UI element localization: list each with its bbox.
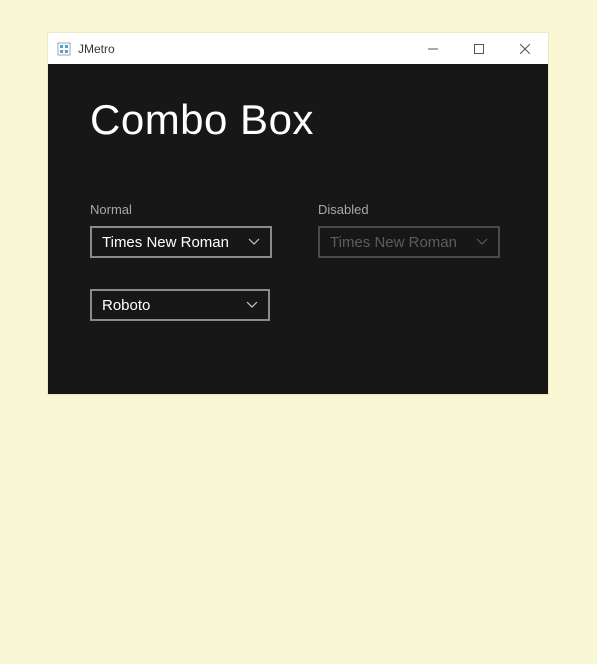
combo-value: Times New Roman xyxy=(102,234,229,251)
content-area: Combo Box Normal Times New Roman Roboto xyxy=(48,64,548,394)
close-button[interactable] xyxy=(502,33,548,64)
normal-combo-1[interactable]: Times New Roman xyxy=(90,226,272,258)
app-icon xyxy=(56,41,72,57)
normal-column: Normal Times New Roman Roboto xyxy=(90,202,272,321)
normal-combo-2[interactable]: Roboto xyxy=(90,289,270,321)
columns: Normal Times New Roman Roboto Disabled xyxy=(90,202,506,321)
disabled-column: Disabled Times New Roman xyxy=(318,202,500,321)
titlebar: JMetro xyxy=(48,33,548,64)
chevron-down-icon xyxy=(248,236,260,248)
chevron-down-icon xyxy=(246,299,258,311)
page-title: Combo Box xyxy=(90,96,506,144)
minimize-button[interactable] xyxy=(410,33,456,64)
disabled-combo-1: Times New Roman xyxy=(318,226,500,258)
window-title: JMetro xyxy=(78,42,115,56)
combo-value: Roboto xyxy=(102,297,150,314)
combo-value: Times New Roman xyxy=(330,234,457,251)
normal-label: Normal xyxy=(90,202,272,217)
chevron-down-icon xyxy=(476,236,488,248)
disabled-label: Disabled xyxy=(318,202,500,217)
app-window: JMetro Combo Box Normal Times New Roman xyxy=(48,33,548,394)
maximize-button[interactable] xyxy=(456,33,502,64)
window-controls xyxy=(410,33,548,64)
